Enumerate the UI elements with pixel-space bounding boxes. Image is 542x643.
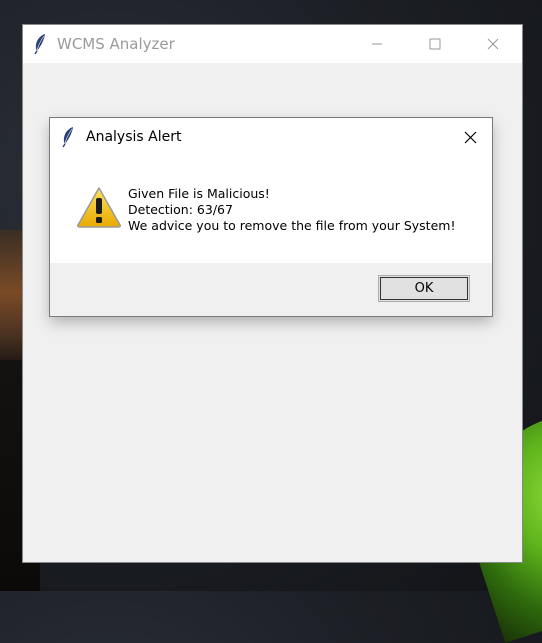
close-icon[interactable] xyxy=(448,118,492,156)
alert-message: Given File is Malicious! Detection: 63/6… xyxy=(128,186,455,234)
ok-button[interactable]: OK xyxy=(378,275,470,302)
main-window-title: WCMS Analyzer xyxy=(57,35,175,53)
analysis-alert-dialog: Analysis Alert Given File is Malicious! … xyxy=(50,118,492,316)
minimize-icon[interactable] xyxy=(348,25,406,63)
feather-icon xyxy=(23,25,57,63)
dialog-titlebar[interactable]: Analysis Alert xyxy=(50,118,492,156)
main-window-titlebar[interactable]: WCMS Analyzer xyxy=(23,25,522,63)
dialog-title: Analysis Alert xyxy=(86,129,182,145)
alert-message-line-3: We advice you to remove the file from yo… xyxy=(128,218,456,233)
dialog-footer: OK xyxy=(50,263,492,316)
main-window: WCMS Analyzer Analysis Alert Given File … xyxy=(23,25,522,562)
close-icon[interactable] xyxy=(464,25,522,63)
warning-icon xyxy=(76,186,122,228)
feather-icon xyxy=(50,118,86,156)
alert-message-line-1: Given File is Malicious! xyxy=(128,186,270,201)
dialog-body: Given File is Malicious! Detection: 63/6… xyxy=(50,156,492,263)
alert-message-line-2: Detection: 63/67 xyxy=(128,202,233,217)
maximize-icon[interactable] xyxy=(406,25,464,63)
window-controls xyxy=(348,25,522,63)
